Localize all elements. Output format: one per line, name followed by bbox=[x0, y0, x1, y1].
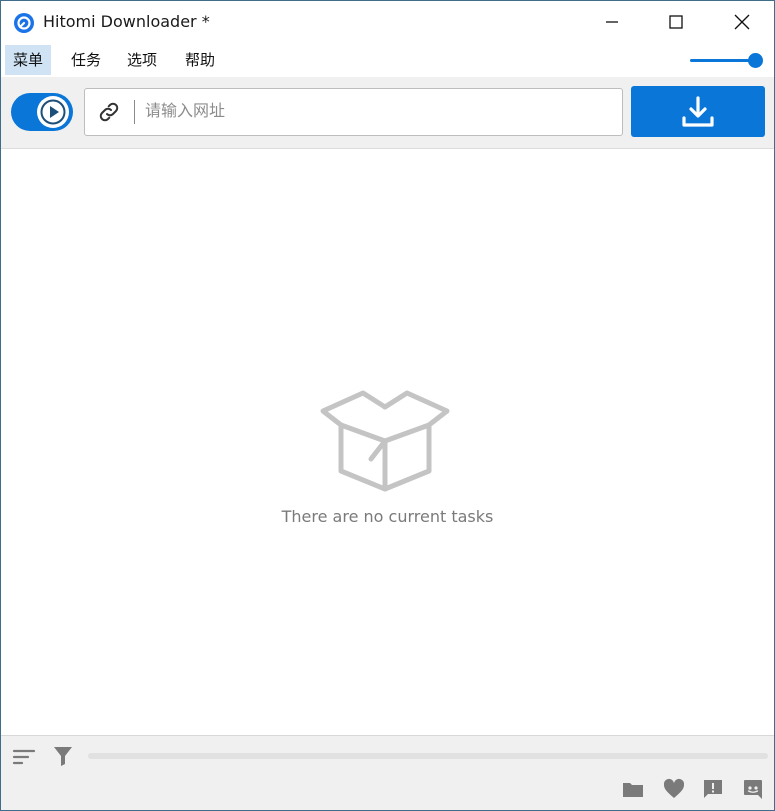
menu-item-tasks[interactable]: 任务 bbox=[63, 45, 109, 75]
task-list-area: There are no current tasks bbox=[1, 149, 774, 734]
url-input[interactable] bbox=[143, 89, 617, 135]
play-icon bbox=[40, 99, 66, 125]
close-button[interactable] bbox=[711, 1, 773, 43]
download-button[interactable] bbox=[631, 86, 765, 137]
discord-icon[interactable] bbox=[742, 778, 764, 800]
menu-item-help[interactable]: 帮助 bbox=[177, 45, 223, 75]
toolbar bbox=[1, 77, 774, 149]
zoom-slider-track[interactable] bbox=[690, 59, 750, 62]
empty-state-message: There are no current tasks bbox=[281, 507, 494, 526]
url-divider bbox=[134, 100, 135, 124]
maximize-button[interactable] bbox=[645, 1, 707, 43]
menu-item-menu[interactable]: 菜单 bbox=[5, 45, 52, 75]
maximize-icon bbox=[669, 15, 683, 29]
folder-icon[interactable] bbox=[622, 778, 644, 800]
toggle-knob bbox=[37, 96, 69, 128]
window-title: Hitomi Downloader * bbox=[43, 12, 210, 31]
sort-icon[interactable] bbox=[12, 747, 36, 767]
overall-progress-bar bbox=[88, 753, 768, 759]
menu-item-options[interactable]: 选项 bbox=[119, 45, 165, 75]
empty-box-icon bbox=[320, 390, 450, 492]
menu-bar: 菜单 任务 选项 帮助 bbox=[1, 45, 774, 75]
url-field-container bbox=[84, 88, 623, 136]
auto-download-toggle[interactable] bbox=[11, 93, 73, 131]
feedback-icon[interactable] bbox=[702, 778, 724, 800]
minimize-icon bbox=[606, 21, 618, 23]
app-logo-icon bbox=[14, 13, 34, 33]
link-icon bbox=[99, 102, 119, 122]
zoom-slider-thumb[interactable] bbox=[748, 53, 763, 68]
heart-icon[interactable] bbox=[663, 778, 685, 800]
minimize-button[interactable] bbox=[581, 1, 643, 43]
filter-icon[interactable] bbox=[53, 745, 73, 767]
close-icon bbox=[734, 14, 750, 30]
title-bar: Hitomi Downloader * bbox=[1, 1, 774, 45]
status-bar bbox=[1, 735, 774, 810]
app-window: Hitomi Downloader * 菜单 任务 选项 帮助 请输入网址 Th… bbox=[0, 0, 775, 811]
download-icon bbox=[682, 95, 714, 127]
